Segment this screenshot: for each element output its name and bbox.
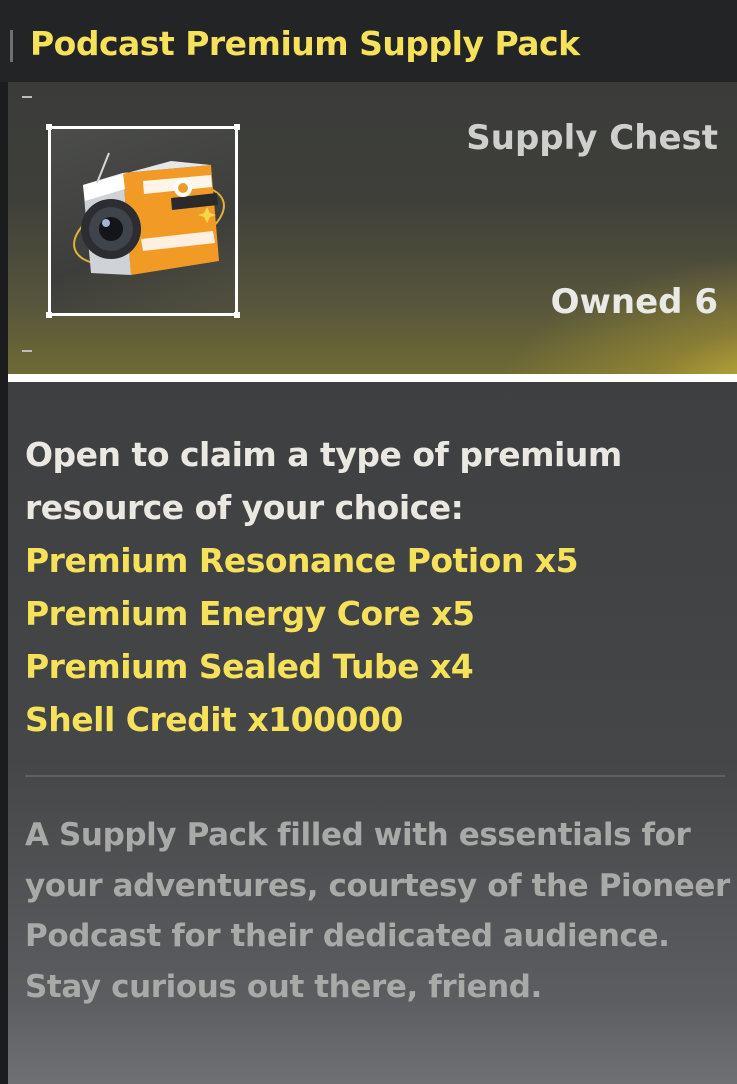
owned-value: 6	[694, 282, 718, 322]
title-accent	[10, 30, 13, 62]
reward-option: Premium Sealed Tube x4	[25, 647, 474, 686]
reward-option: Premium Resonance Potion x5	[25, 541, 579, 580]
item-title: Podcast Premium Supply Pack	[30, 24, 580, 63]
item-detail-panel: Podcast Premium Supply Pack Supply Chest…	[0, 0, 737, 1084]
reward-option: Premium Energy Core x5	[25, 594, 475, 633]
corner-mark-top	[22, 96, 32, 108]
item-effect: Open to claim a type of premium resource…	[25, 428, 725, 746]
corner-mark-bottom	[22, 340, 32, 352]
reward-option: Shell Credit x100000	[25, 700, 403, 739]
item-header: Supply Chest Owned 6	[8, 82, 737, 374]
item-description: A Supply Pack filled with essentials for…	[25, 817, 730, 1005]
owned-count: Owned 6	[551, 282, 718, 322]
item-type-label: Supply Chest	[466, 118, 718, 158]
item-icon-frame[interactable]	[46, 124, 240, 318]
supply-chest-icon	[73, 152, 225, 275]
owned-label: Owned	[550, 282, 683, 322]
header-divider	[8, 374, 737, 382]
title-bar: Podcast Premium Supply Pack	[0, 0, 737, 82]
effect-intro: Open to claim a type of premium resource…	[25, 435, 622, 527]
section-divider	[25, 775, 725, 777]
